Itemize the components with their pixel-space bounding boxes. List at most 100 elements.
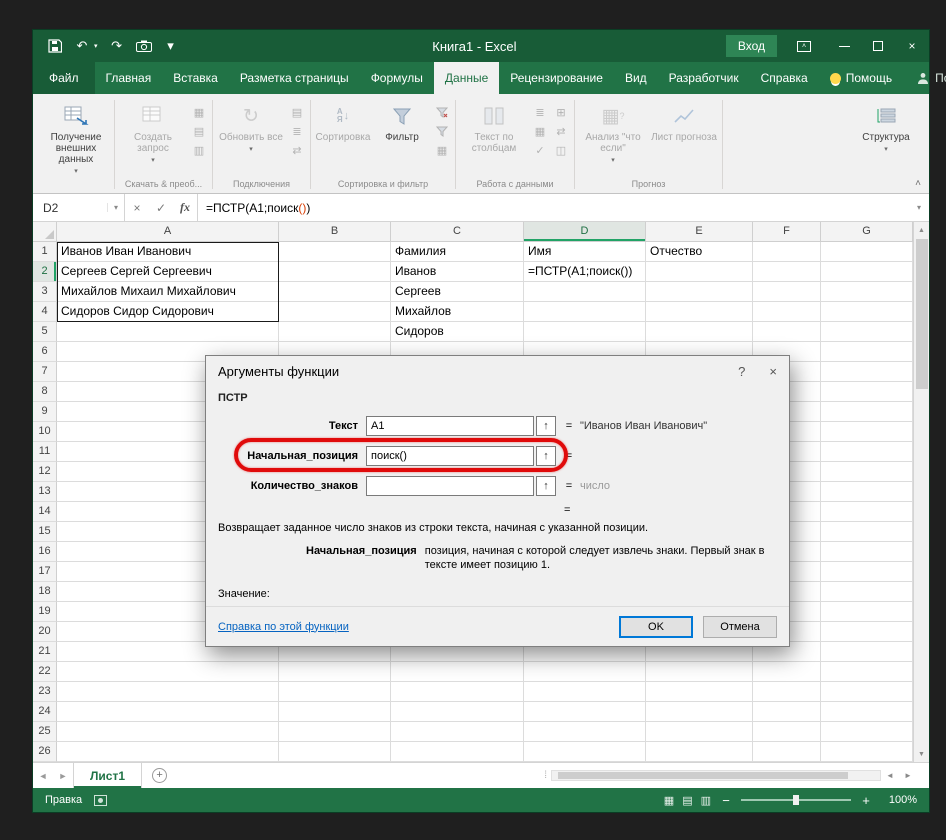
row-header-6[interactable]: 6 (33, 342, 57, 362)
connections-icon[interactable]: ▤ (288, 105, 306, 120)
cell-F26[interactable] (753, 742, 821, 762)
ok-button[interactable]: OK (619, 615, 693, 638)
text-to-columns-button[interactable]: Текст по столбцам (460, 99, 528, 154)
row-header-21[interactable]: 21 (33, 642, 57, 662)
scroll-right-icon[interactable]: ► (899, 771, 917, 780)
sheet-nav-left-icon[interactable]: ◄ (33, 771, 53, 781)
cell-C24[interactable] (391, 702, 524, 722)
cell-G25[interactable] (821, 722, 913, 742)
filter-button[interactable]: Фильтр (374, 99, 430, 143)
column-header-B[interactable]: B (279, 222, 391, 242)
properties-icon[interactable]: ≣ (288, 124, 306, 139)
cell-D4[interactable] (524, 302, 646, 322)
row-header-25[interactable]: 25 (33, 722, 57, 742)
cell-A26[interactable] (57, 742, 279, 762)
cell-E24[interactable] (646, 702, 753, 722)
row-header-20[interactable]: 20 (33, 622, 57, 642)
tab-review[interactable]: Рецензирование (499, 62, 614, 94)
cell-G11[interactable] (821, 442, 913, 462)
redo-icon[interactable]: ↷ (109, 38, 125, 54)
cell-D23[interactable] (524, 682, 646, 702)
data-model-icon[interactable]: ◫ (552, 143, 570, 158)
cell-G9[interactable] (821, 402, 913, 422)
row-header-10[interactable]: 10 (33, 422, 57, 442)
ribbon-display-options-icon[interactable]: ˄ (791, 36, 817, 56)
horizontal-scroll-thumb[interactable] (558, 772, 848, 779)
row-header-4[interactable]: 4 (33, 302, 57, 322)
cell-D25[interactable] (524, 722, 646, 742)
page-break-view-icon[interactable]: ▥ (701, 794, 711, 807)
tab-page-layout[interactable]: Разметка страницы (229, 62, 360, 94)
cell-B26[interactable] (279, 742, 391, 762)
row-header-5[interactable]: 5 (33, 322, 57, 342)
share-button[interactable]: Поделиться (903, 62, 946, 94)
cell-A24[interactable] (57, 702, 279, 722)
relationships-icon[interactable]: ⇄ (552, 124, 570, 139)
cell-F5[interactable] (753, 322, 821, 342)
cell-E2[interactable] (646, 262, 753, 282)
row-header-9[interactable]: 9 (33, 402, 57, 422)
column-header-A[interactable]: A (57, 222, 279, 242)
edit-links-icon[interactable]: ⇄ (288, 143, 306, 158)
cell-D22[interactable] (524, 662, 646, 682)
zoom-in-button[interactable]: + (859, 793, 873, 808)
zoom-slider-thumb[interactable] (793, 795, 799, 805)
cell-G17[interactable] (821, 562, 913, 582)
cell-A1[interactable]: Иванов Иван Иванович (57, 242, 279, 262)
function-help-link[interactable]: Справка по этой функции (218, 621, 349, 633)
row-header-2[interactable]: 2 (33, 262, 57, 282)
show-queries-icon[interactable]: ▦ (190, 105, 208, 120)
argument-char-count-input[interactable] (366, 476, 534, 496)
cell-F25[interactable] (753, 722, 821, 742)
dialog-help-icon[interactable]: ? (738, 364, 745, 379)
cell-F3[interactable] (753, 282, 821, 302)
flash-fill-icon[interactable]: ≣ (531, 105, 549, 120)
column-header-D[interactable]: D (524, 222, 646, 242)
cell-B25[interactable] (279, 722, 391, 742)
cell-A23[interactable] (57, 682, 279, 702)
row-header-16[interactable]: 16 (33, 542, 57, 562)
sheet-tab-list1[interactable]: Лист1 (73, 763, 143, 788)
confirm-entry-button[interactable]: ✓ (149, 201, 173, 215)
data-validation-icon[interactable]: ✓ (531, 143, 549, 158)
refresh-all-button[interactable]: ↻ Обновить все ▾ (217, 99, 285, 155)
cell-D24[interactable] (524, 702, 646, 722)
cell-G22[interactable] (821, 662, 913, 682)
formula-input[interactable]: =ПСТР(A1;поиск()) (198, 194, 909, 221)
maximize-button[interactable] (861, 30, 895, 62)
cell-F24[interactable] (753, 702, 821, 722)
tab-help[interactable]: Справка (750, 62, 819, 94)
row-header-11[interactable]: 11 (33, 442, 57, 462)
camera-icon[interactable] (135, 38, 152, 54)
cell-F1[interactable] (753, 242, 821, 262)
cancel-button[interactable]: Отмена (703, 615, 777, 638)
cell-G18[interactable] (821, 582, 913, 602)
clear-filter-icon[interactable] (433, 105, 451, 120)
cell-F2[interactable] (753, 262, 821, 282)
customize-qat-icon[interactable]: ▾ (163, 38, 179, 54)
cell-D1[interactable]: Имя (524, 242, 646, 262)
cell-B22[interactable] (279, 662, 391, 682)
new-query-button[interactable]: Создать запрос ▾ (119, 99, 187, 166)
cell-E25[interactable] (646, 722, 753, 742)
cell-D3[interactable] (524, 282, 646, 302)
outline-button[interactable]: Структура ▾ (852, 99, 920, 155)
row-header-3[interactable]: 3 (33, 282, 57, 302)
cell-G14[interactable] (821, 502, 913, 522)
cell-G1[interactable] (821, 242, 913, 262)
row-header-26[interactable]: 26 (33, 742, 57, 762)
sign-in-button[interactable]: Вход (725, 35, 777, 57)
cell-G16[interactable] (821, 542, 913, 562)
formula-bar-expand-icon[interactable]: ▾ (909, 194, 929, 221)
cell-G19[interactable] (821, 602, 913, 622)
page-layout-view-icon[interactable]: ▤ (682, 794, 692, 807)
cell-G23[interactable] (821, 682, 913, 702)
cell-F4[interactable] (753, 302, 821, 322)
cell-C5[interactable]: Сидоров (391, 322, 524, 342)
cell-D5[interactable] (524, 322, 646, 342)
from-table-icon[interactable]: ▤ (190, 124, 208, 139)
range-picker-icon[interactable]: ↑ (536, 416, 556, 436)
name-box[interactable]: D2 ▾ (33, 194, 125, 221)
vertical-scrollbar[interactable]: ▲ ▼ (913, 222, 929, 762)
cell-G6[interactable] (821, 342, 913, 362)
